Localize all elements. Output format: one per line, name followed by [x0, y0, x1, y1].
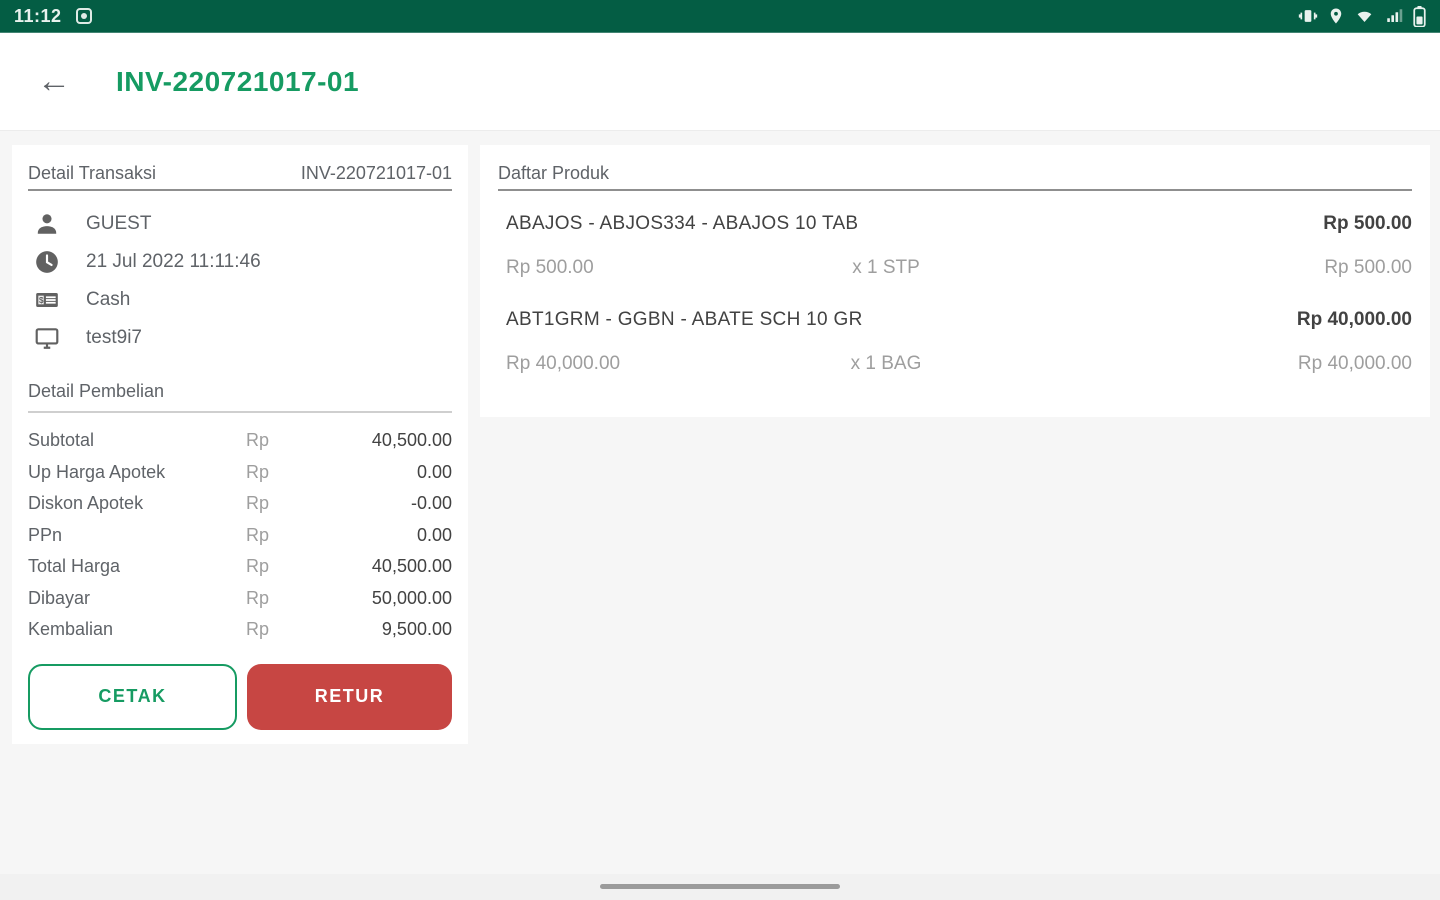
app-notification-icon [75, 8, 92, 24]
product-unit-price: Rp 500.00 [506, 257, 594, 278]
transaction-panel-title: Detail Transaksi [28, 162, 157, 183]
customer-name: GUEST [86, 213, 152, 234]
clock-time: 11:12 [14, 5, 62, 26]
payment-card-icon: $ [34, 287, 60, 313]
summary-row-up-harga: Up Harga Apotek Rp 0.00 [28, 461, 452, 482]
cetak-button[interactable]: CETAK [28, 663, 237, 730]
back-button[interactable]: ← [30, 58, 78, 106]
summary-row-subtotal: Subtotal Rp 40,500.00 [28, 430, 452, 451]
product-total: Rp 40,000.00 [1296, 309, 1412, 330]
monitor-icon [34, 325, 60, 351]
product-qty: x 1 STP [852, 257, 920, 278]
clock-icon [34, 249, 60, 275]
product-unit-price: Rp 40,000.00 [506, 353, 621, 374]
person-icon [34, 211, 60, 237]
product-name: ABAJOS - ABJOS334 - ABAJOS 10 TAB [506, 213, 859, 234]
product-item: ABT1GRM - GGBN - ABATE SCH 10 GR Rp 40,0… [498, 309, 1412, 375]
product-subtotal: Rp 500.00 [1324, 257, 1412, 278]
product-panel-title: Daftar Produk [498, 162, 610, 183]
product-total: Rp 500.00 [1323, 213, 1412, 234]
product-list-card: Daftar Produk ABAJOS - ABJOS334 - ABAJOS… [480, 145, 1430, 417]
divider [28, 411, 452, 413]
product-subtotal: Rp 40,000.00 [1297, 353, 1412, 374]
summary-row-ppn: PPn Rp 0.00 [28, 524, 452, 545]
app-header: ← INV-220721017-01 [0, 33, 1440, 131]
purchase-summary: Subtotal Rp 40,500.00 Up Harga Apotek Rp… [28, 425, 452, 646]
payment-method: Cash [86, 289, 131, 310]
product-name: ABT1GRM - GGBN - ABATE SCH 10 GR [506, 309, 863, 330]
summary-row-dibayar: Dibayar Rp 50,000.00 [28, 587, 452, 608]
payment-row: $ Cash [28, 281, 452, 319]
location-icon [1327, 6, 1345, 26]
product-qty: x 1 BAG [850, 353, 922, 374]
transaction-datetime: 21 Jul 2022 11:11:46 [86, 251, 261, 272]
divider [498, 189, 1412, 191]
customer-row: GUEST [28, 205, 452, 243]
device-row: test9i7 [28, 319, 452, 357]
gesture-navigation-bar[interactable] [600, 884, 840, 889]
product-item: ABAJOS - ABJOS334 - ABAJOS 10 TAB Rp 500… [498, 213, 1412, 279]
vibrate-icon [1298, 6, 1318, 26]
divider [28, 189, 452, 191]
battery-icon [1413, 5, 1426, 27]
summary-row-total-harga: Total Harga Rp 40,500.00 [28, 556, 452, 577]
page-title: INV-220721017-01 [116, 65, 360, 97]
transaction-detail-card: Detail Transaksi INV-220721017-01 GUEST … [12, 145, 468, 744]
summary-row-diskon: Diskon Apotek Rp -0.00 [28, 493, 452, 514]
status-bar: 11:12 [0, 0, 1440, 33]
datetime-row: 21 Jul 2022 11:11:46 [28, 243, 452, 281]
purchase-panel-title: Detail Pembelian [28, 381, 165, 401]
arrow-left-icon: ← [37, 62, 71, 100]
retur-button[interactable]: RETUR [247, 663, 452, 730]
device-name: test9i7 [86, 327, 142, 348]
summary-row-kembalian: Kembalian Rp 9,500.00 [28, 619, 452, 640]
invoice-number: INV-220721017-01 [300, 162, 452, 183]
svg-text:$: $ [39, 296, 44, 305]
signal-icon [1384, 7, 1404, 25]
wifi-icon [1354, 7, 1375, 25]
